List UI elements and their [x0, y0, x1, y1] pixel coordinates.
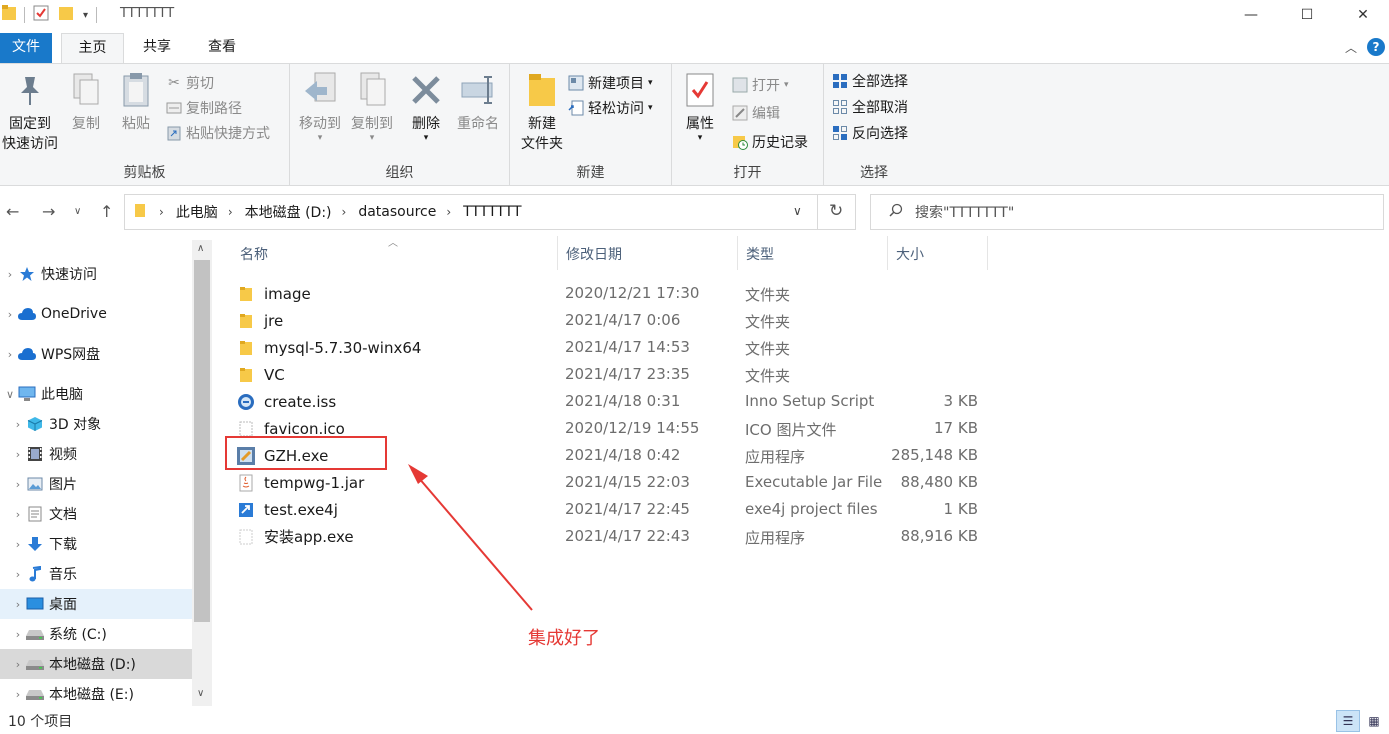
status-bar: 10 个项目 ☰ ▦ [0, 706, 1389, 734]
details-view-icon[interactable]: ☰ [1336, 710, 1360, 732]
large-icons-view-icon[interactable]: ▦ [1362, 710, 1386, 732]
annotation-arrow [408, 464, 533, 611]
item-count: 10 个项目 [8, 714, 73, 730]
annotation-text: 集成好了 [528, 628, 600, 649]
